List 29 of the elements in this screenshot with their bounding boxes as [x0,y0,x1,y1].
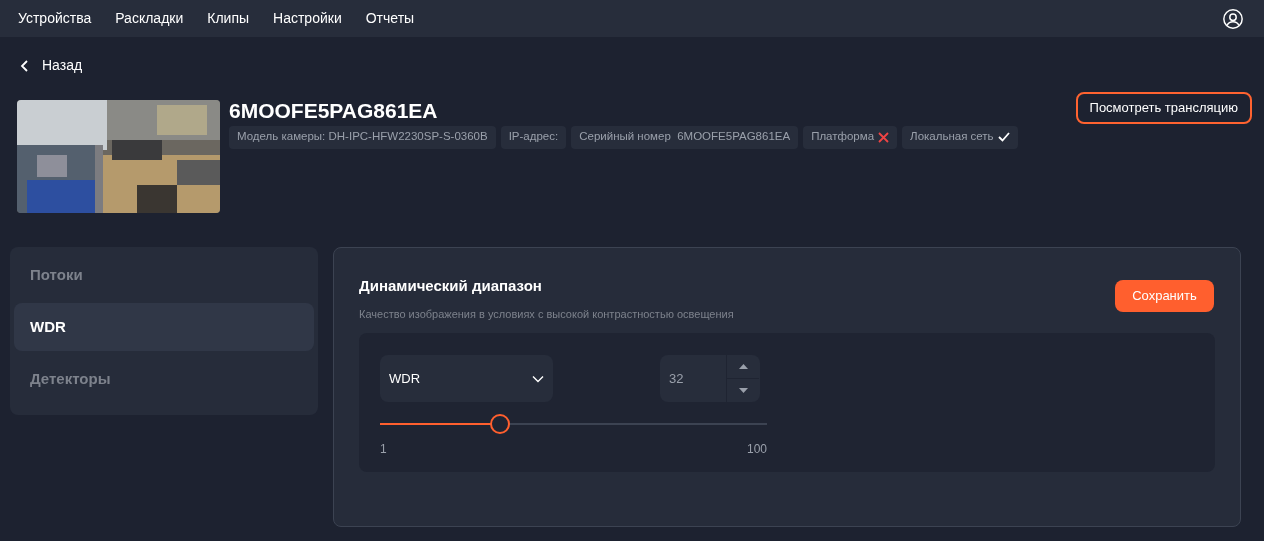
sidebar-item[interactable]: WDR [14,303,314,351]
panel-title: Динамический диапазон [359,276,543,296]
sidebar-item[interactable]: Потоки [14,251,314,299]
tag-label: Платформа [811,129,875,145]
panel-subtitle: Качество изображения в условиях с высокой контрастностью освещения [359,306,734,322]
mode-select[interactable]: WDR [380,355,553,402]
triangle-down-icon [738,388,748,393]
tag-label: Локальная сеть [910,129,994,145]
slider-min-label: 1 [380,441,387,458]
user-icon[interactable] [1222,7,1244,30]
watch-stream-button[interactable]: Посмотреть трансляцию [1075,92,1252,124]
slider-thumb[interactable] [489,414,510,434]
nav-link[interactable]: Настройки [273,8,342,29]
slider-max-label: 100 [746,441,767,458]
sidebar-item[interactable]: Детекторы [14,355,314,403]
nav-link[interactable]: Раскладки [115,8,184,29]
nav-link[interactable]: Клипы [207,8,250,29]
camera-title: 6MOOFE5PAG861EA [229,98,438,124]
number-field[interactable]: 32 [660,355,760,402]
tag-label: IP-адрес: [508,129,559,145]
tag-label: Серийный номер 6MOOFE5PAG861EA [579,129,791,145]
tag-label: Модель камеры: DH-IPC-HFW2230SP-S-0360B [237,129,488,145]
triangle-up-icon [738,364,748,369]
chevron-left-icon [20,59,30,72]
nav-link[interactable]: Отчеты [365,8,415,29]
value-input[interactable]: 32 [660,355,726,402]
nav-link[interactable]: Устройства [18,8,92,29]
chevron-down-icon [532,374,544,383]
back-link[interactable]: Назад [20,55,83,76]
